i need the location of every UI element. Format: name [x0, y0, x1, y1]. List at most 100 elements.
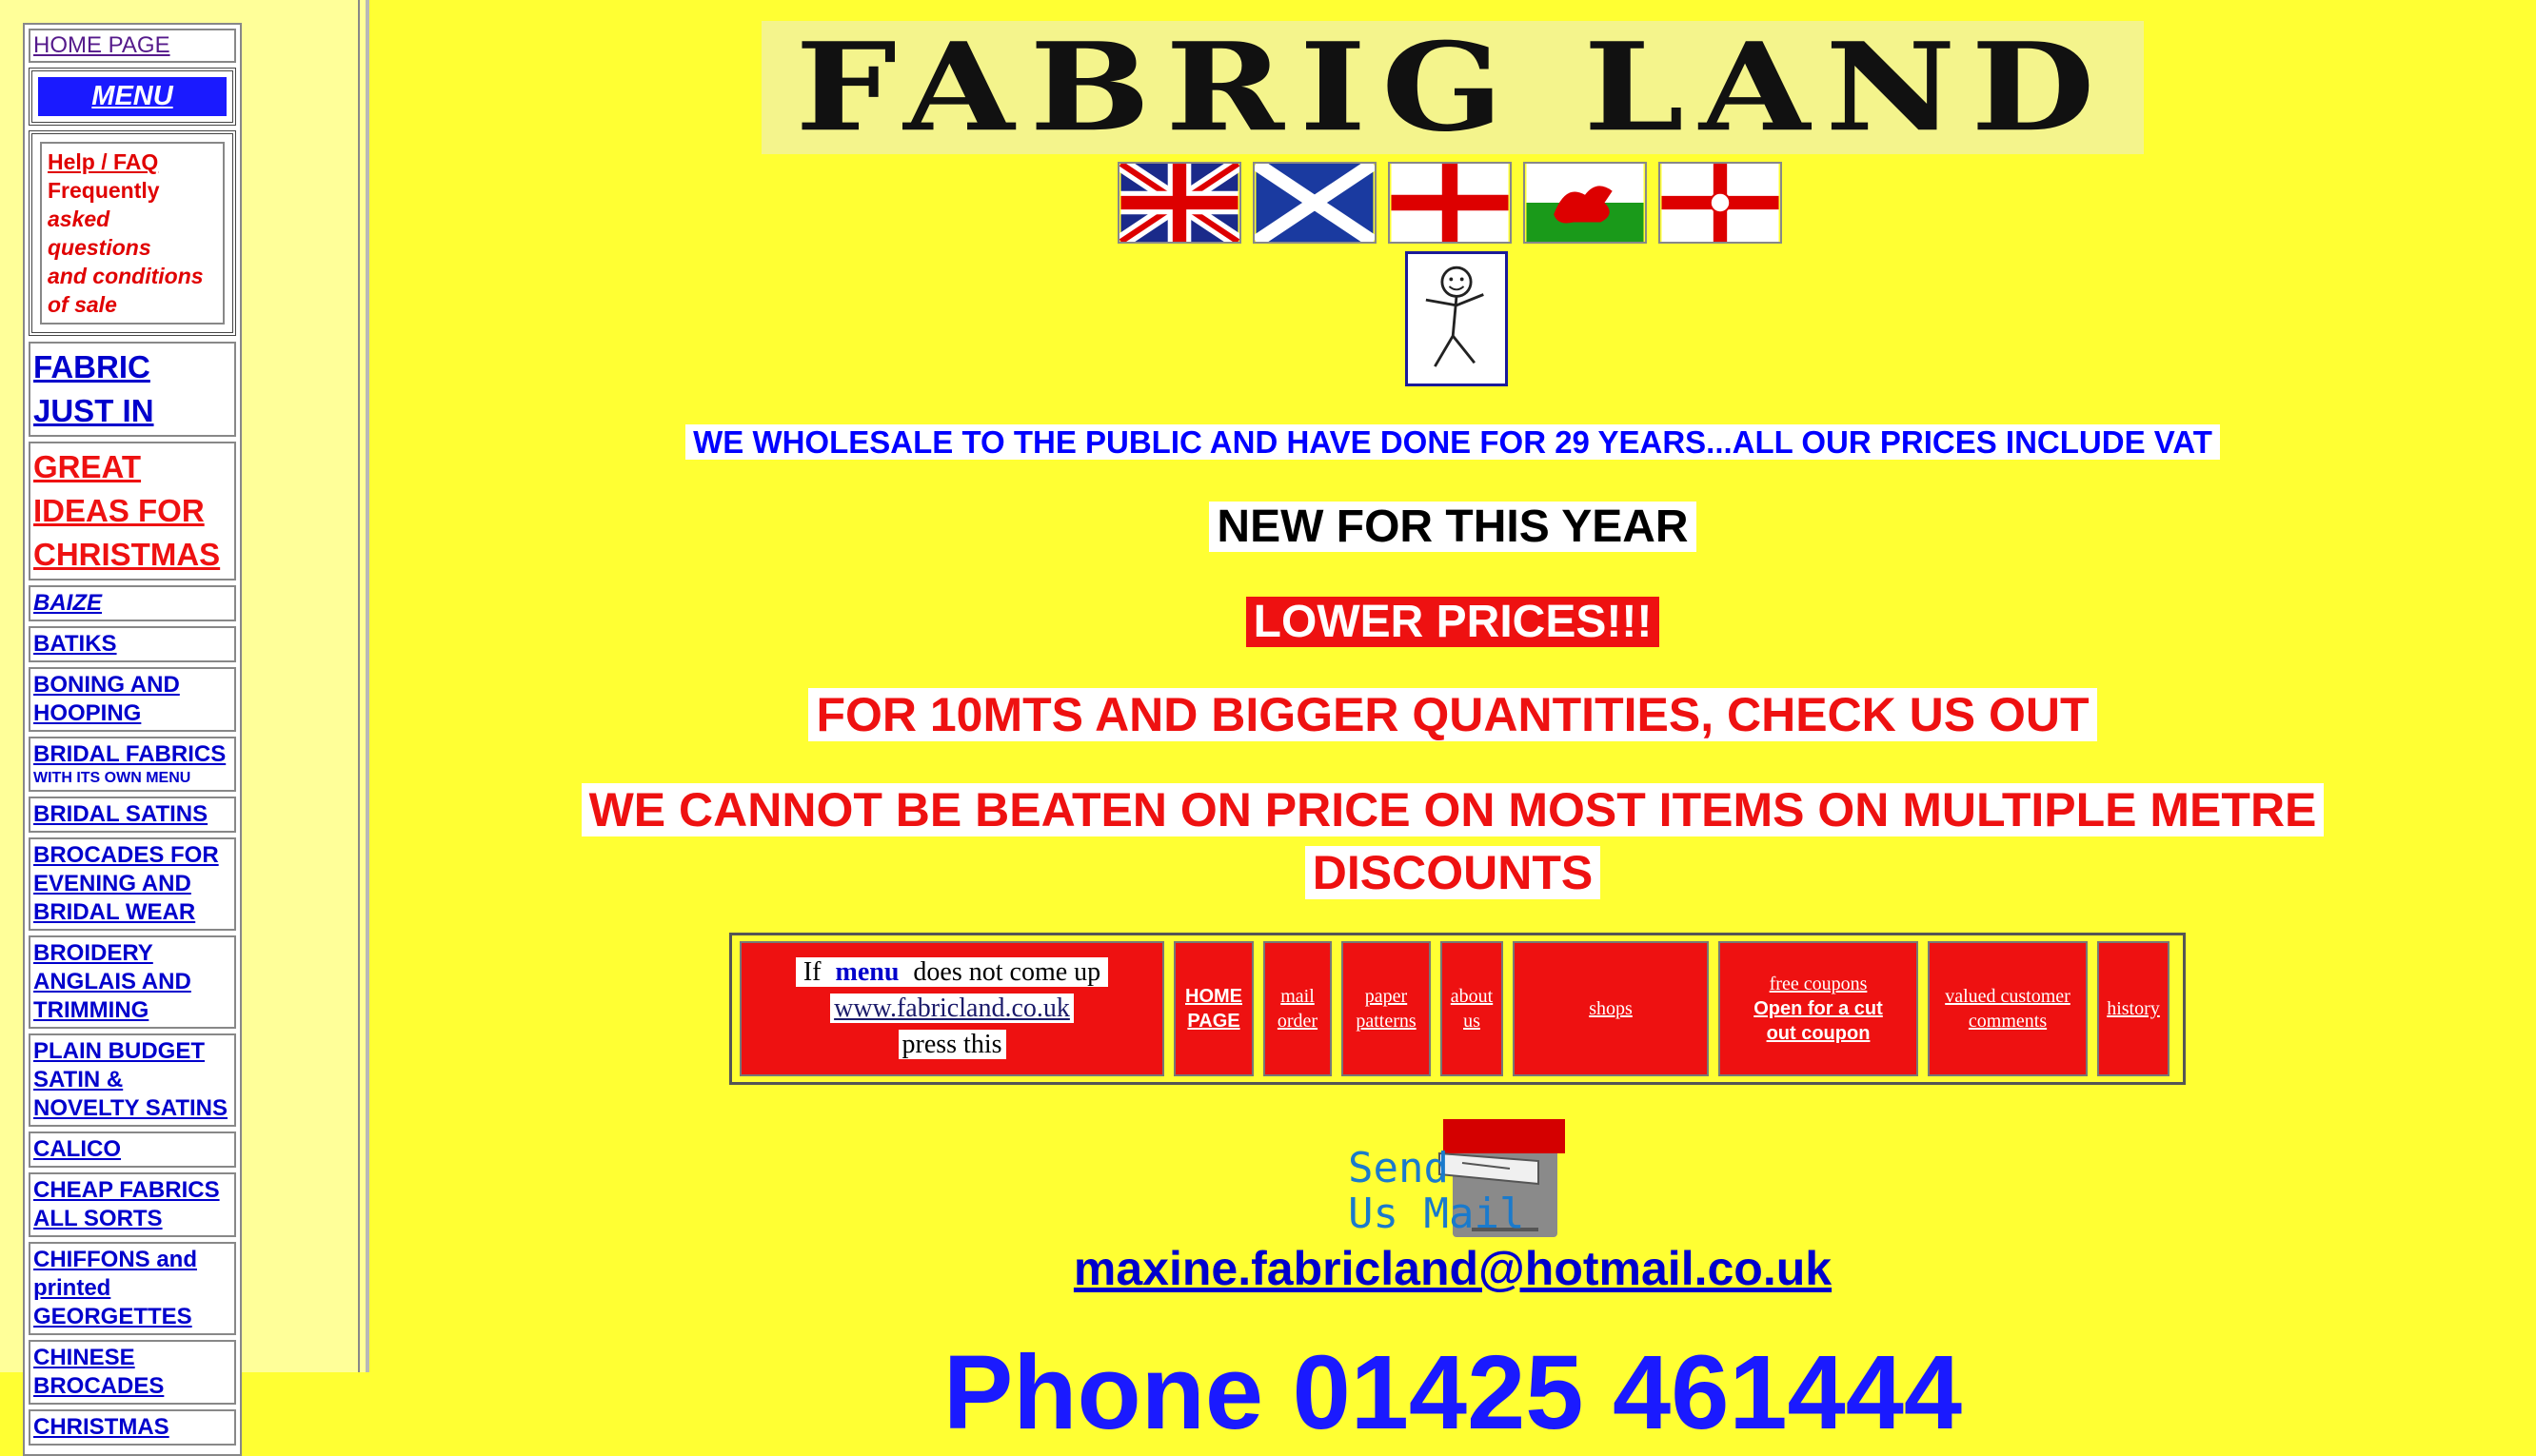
flags-row	[1118, 162, 1782, 244]
nav-home-page-line-2[interactable]: PAGE	[1187, 1011, 1239, 1032]
nav-mail-order[interactable]: mail order	[1263, 941, 1332, 1076]
new-for-year-text: NEW FOR THIS YEAR	[1209, 502, 1696, 552]
sidebar-list-item-label[interactable]: BROCADES FOR EVENING AND BRIDAL WEAR	[33, 842, 219, 925]
sidebar-list-item[interactable]: CHEAP FABRICS ALL SORTS	[29, 1172, 236, 1237]
christmas-ideas-line-3[interactable]: CHRISTMAS	[33, 537, 220, 572]
email-line: maxine.fabricland@hotmail.co.uk	[369, 1241, 2536, 1296]
sidebar-list-item[interactable]: BRIDAL SATINS	[29, 797, 236, 833]
sidebar-list-item-label[interactable]: BATIKS	[33, 631, 117, 657]
nav-comments-line-2[interactable]: comments	[1969, 1011, 2047, 1032]
wholesale-text: WE WHOLESALE TO THE PUBLIC AND HAVE DONE…	[685, 424, 2220, 460]
faq-line-3: and conditions	[48, 264, 204, 288]
faq-box[interactable]: Help / FAQ Frequently asked questions an…	[29, 130, 236, 336]
home-page-link[interactable]: HOME PAGE	[33, 32, 170, 58]
sidebar-list-item[interactable]: CHINESE BROCADES	[29, 1340, 236, 1405]
sidebar: HOME PAGE MENU Help / FAQ Frequently ask…	[0, 0, 369, 1456]
sidebar-list-item[interactable]: CHRISTMAS	[29, 1409, 236, 1446]
nav-paper-patterns[interactable]: paper patterns	[1341, 941, 1431, 1076]
menu-label[interactable]: MENU	[38, 77, 227, 116]
sidebar-list-item-label[interactable]: BAIZE	[33, 590, 102, 616]
lower-prices-text: LOWER PRICES!!!	[1245, 597, 1660, 647]
sidebar-list-item[interactable]: BROIDERY ANGLAIS AND TRIMMING	[29, 935, 236, 1029]
sidebar-list-item[interactable]: BAIZE	[29, 585, 236, 621]
sidebar-list-item[interactable]: CALICO	[29, 1131, 236, 1168]
faq-line-2: asked questions	[48, 207, 151, 260]
fallback-not-come-text: does not come up	[902, 957, 1105, 987]
northern-ireland-flag-icon	[1658, 162, 1782, 244]
nav-history-link[interactable]: history	[2107, 996, 2160, 1021]
sidebar-home-item[interactable]: HOME PAGE	[29, 29, 236, 63]
sidebar-list-item[interactable]: BATIKS	[29, 626, 236, 662]
site-logo: FABRIG LAND	[762, 16, 2144, 159]
faq-title[interactable]: Help / FAQ	[48, 148, 217, 176]
wholesale-banner: WE WHOLESALE TO THE PUBLIC AND HAVE DONE…	[369, 424, 2536, 461]
nav-mail-order-line-2[interactable]: order	[1278, 1011, 1318, 1032]
lower-prices-heading: LOWER PRICES!!!	[369, 596, 2536, 648]
quantities-text: FOR 10MTS AND BIGGER QUANTITIES, CHECK U…	[808, 688, 2097, 741]
nav-customer-comments[interactable]: valued customer comments	[1928, 941, 2088, 1076]
sidebar-list-item-label[interactable]: CHIFFONS and printed GEORGETTES	[33, 1247, 197, 1329]
mail-line-2: Us Mail	[1348, 1190, 1524, 1238]
fallback-menu-word: menu	[831, 957, 903, 987]
main-content: FABRIG LAND WE WHOLESALE TO THE PUBLIC A…	[369, 0, 2536, 1451]
menu-box: MENU	[29, 68, 236, 126]
quantities-heading: FOR 10MTS AND BIGGER QUANTITIES, CHECK U…	[369, 687, 2536, 742]
sidebar-list-item-label[interactable]: BRIDAL SATINS	[33, 801, 208, 827]
sidebar-list-item-label[interactable]: CHEAP FABRICS ALL SORTS	[33, 1177, 220, 1231]
nav-shops[interactable]: shops	[1513, 941, 1709, 1076]
england-flag-icon	[1388, 162, 1512, 244]
logo-text: FABRIG LAND	[795, 16, 2110, 159]
send-us-mail-icon[interactable]: Send Us Mail	[1348, 1115, 1573, 1239]
new-for-year-heading: NEW FOR THIS YEAR	[369, 501, 2536, 553]
fabricland-url-link[interactable]: www.fabricland.co.uk	[834, 994, 1070, 1023]
scotland-flag-icon	[1253, 162, 1377, 244]
faq-line-1: Frequently	[48, 178, 160, 203]
sidebar-item-christmas-ideas[interactable]: GREAT IDEAS FOR CHRISTMAS	[29, 442, 236, 580]
sidebar-menu: HOME PAGE MENU Help / FAQ Frequently ask…	[23, 23, 242, 1456]
press-this-text: press this	[898, 1030, 1006, 1059]
fabric-just-in-line-1[interactable]: FABRIC	[33, 349, 150, 384]
cannot-be-beaten-line-2: DISCOUNTS	[1304, 846, 1601, 899]
nav-history[interactable]: history	[2097, 941, 2169, 1076]
sidebar-item-fabric-just-in[interactable]: FABRIC JUST IN	[29, 342, 236, 437]
sidebar-list-item[interactable]: BROCADES FOR EVENING AND BRIDAL WEAR	[29, 837, 236, 931]
sidebar-list-item-label[interactable]: CHRISTMAS	[33, 1414, 169, 1440]
nav-shops-link[interactable]: shops	[1589, 996, 1633, 1021]
nav-home-page[interactable]: HOME PAGE	[1174, 941, 1254, 1076]
faq-line-4: of sale	[48, 292, 117, 317]
union-jack-flag-icon	[1118, 162, 1241, 244]
sidebar-list-item-sub[interactable]: WITH ITS OWN MENU	[33, 769, 231, 788]
sidebar-list-item[interactable]: CHIFFONS and printed GEORGETTES	[29, 1242, 236, 1335]
email-link[interactable]: maxine.fabricland@hotmail.co.uk	[1074, 1242, 1832, 1295]
nav-paper-patterns-line-2[interactable]: patterns	[1356, 1011, 1416, 1032]
nav-coupons-line-3[interactable]: out coupon	[1767, 1023, 1871, 1044]
sidebar-list-item[interactable]: PLAIN BUDGET SATIN & NOVELTY SATINS	[29, 1033, 236, 1127]
sidebar-list-item[interactable]: BRIDAL FABRICS WITH ITS OWN MENU	[29, 737, 236, 792]
christmas-ideas-line-1[interactable]: GREAT	[33, 449, 141, 484]
phone-text: Phone 01425 461444	[942, 1334, 1963, 1451]
nav-about-us-line-2[interactable]: us	[1463, 1011, 1480, 1032]
sidebar-list-item-label[interactable]: BRIDAL FABRICS	[33, 741, 226, 767]
sidebar-items: BAIZE BATIKS BONING AND HOOPING BRIDAL FABR…	[29, 585, 236, 1446]
nav-home-page-line-1[interactable]: HOME	[1185, 986, 1242, 1007]
nav-paper-patterns-line-1[interactable]: paper	[1365, 986, 1407, 1007]
christmas-ideas-line-2[interactable]: IDEAS FOR	[33, 493, 205, 528]
nav-comments-line-1[interactable]: valued customer	[1945, 986, 2070, 1007]
mail-line-1: Send	[1348, 1144, 1449, 1192]
sidebar-list-item-label[interactable]: BROIDERY ANGLAIS AND TRIMMING	[33, 940, 191, 1023]
nav-coupons-line-2[interactable]: Open for a cut	[1753, 998, 1883, 1019]
nav-table: If menu does not come up www.fabricland.…	[729, 933, 2186, 1085]
nav-mail-order-line-1[interactable]: mail	[1280, 986, 1315, 1007]
menu-fallback-cell[interactable]: If menu does not come up www.fabricland.…	[740, 941, 1164, 1076]
sidebar-list-item[interactable]: BONING AND HOOPING	[29, 667, 236, 732]
sidebar-list-item-label[interactable]: CALICO	[33, 1136, 121, 1162]
nav-coupons-line-1[interactable]: free coupons	[1770, 974, 1868, 994]
cannot-be-beaten-line-1: WE CANNOT BE BEATEN ON PRICE ON MOST ITE…	[581, 783, 2325, 836]
fabric-just-in-line-2[interactable]: JUST IN	[33, 393, 154, 428]
nav-coupons[interactable]: free coupons Open for a cut out coupon	[1718, 941, 1918, 1076]
stick-figure-icon	[1405, 251, 1508, 386]
sidebar-list-item-label[interactable]: BONING AND HOOPING	[33, 672, 180, 726]
nav-about-us-line-1[interactable]: about	[1451, 986, 1493, 1007]
nav-about-us[interactable]: about us	[1440, 941, 1503, 1076]
sidebar-list-item-label[interactable]: PLAIN BUDGET SATIN & NOVELTY SATINS	[33, 1038, 228, 1121]
